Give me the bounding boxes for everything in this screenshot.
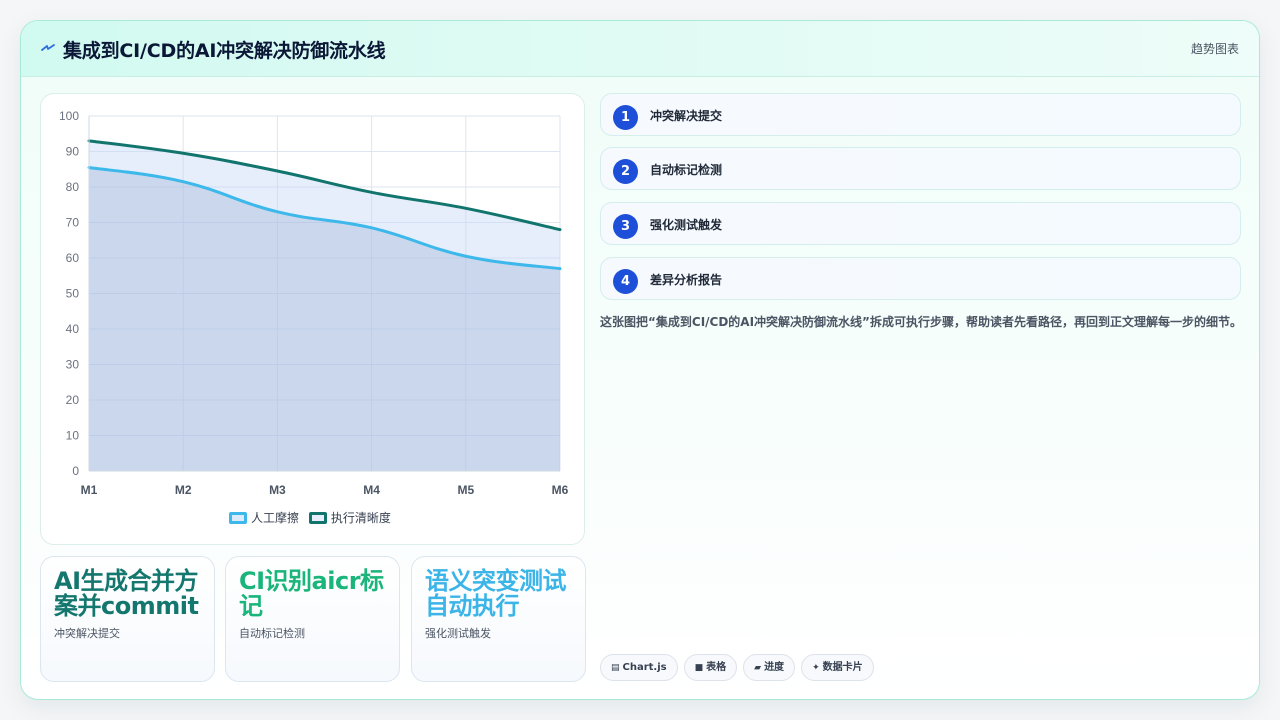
feature-chips: ▤ Chart.js ■ 表格 ▰ 进度 ✦ 数据卡片 (600, 654, 880, 682)
step-item-4[interactable]: 4 差异分析报告 (600, 257, 1241, 300)
page-title: 集成到CI/CD的AI冲突解决防御流水线 (63, 40, 386, 62)
stat-value: AI生成合并方案并commit (54, 567, 199, 620)
step-number: 1 (613, 105, 638, 130)
step-item-3[interactable]: 3 强化测试触发 (600, 202, 1241, 245)
stat-card-3: 语义突变测试自动执行 强化测试触发 (411, 556, 586, 682)
legend-item-series-2[interactable]: 执行清晰度 (308, 509, 391, 526)
legend-label-series-1: 人工摩擦 (251, 511, 300, 525)
stat-value: CI识别aicr标记 (239, 567, 384, 620)
x-tick-label: M5 (457, 483, 474, 497)
chip-label: 数据卡片 (822, 662, 863, 673)
x-tick-label: M2 (175, 483, 192, 497)
chip-label: 进度 (764, 662, 785, 673)
description-text: 这张图把“集成到CI/CD的AI冲突解决防御流水线”拆成可执行步骤，帮助读者先看… (600, 315, 1242, 329)
step-number: 4 (613, 269, 638, 294)
legend-swatch-series-1 (229, 511, 247, 524)
y-tick-label: 90 (66, 145, 80, 159)
legend-item-series-1[interactable]: 人工摩擦 (229, 509, 299, 526)
chart-legend: 人工摩擦 执行清晰度 (229, 509, 397, 525)
stat-card-2: CI识别aicr标记 自动标记检测 (225, 556, 400, 682)
y-tick-label: 70 (66, 216, 80, 230)
legend-swatch-series-2 (308, 511, 327, 524)
table-icon: ■ (694, 663, 704, 673)
lightning-icon (41, 44, 55, 51)
stat-label: 自动标记检测 (239, 627, 305, 640)
stat-label: 冲突解决提交 (54, 627, 120, 640)
y-tick-label: 50 (66, 287, 80, 301)
chip-chartjs[interactable]: ▤ Chart.js (600, 654, 678, 681)
legend-label-series-2: 执行清晰度 (330, 511, 391, 525)
x-tick-label: M6 (552, 483, 569, 497)
y-tick-label: 30 (66, 358, 80, 372)
chip-table[interactable]: ■ 表格 (683, 654, 738, 681)
step-label: 自动标记检测 (650, 163, 723, 177)
y-tick-label: 60 (66, 251, 80, 265)
y-tick-label: 20 (66, 393, 80, 407)
x-tick-label: M3 (269, 483, 286, 497)
y-tick-label: 10 (66, 429, 80, 443)
main-card: 集成到CI/CD的AI冲突解决防御流水线 趋势图表 0 10 20 30 40 50 60 7… (20, 20, 1260, 700)
sparkle-icon: ✦ (812, 663, 820, 673)
line-chart: 0 10 20 30 40 50 60 70 80 90 100 M1 M2 M3 M4 M5 M6 (59, 109, 569, 497)
stat-card-1: AI生成合并方案并commit 冲突解决提交 (40, 556, 215, 682)
header: 集成到CI/CD的AI冲突解决防御流水线 趋势图表 (21, 21, 1259, 77)
chip-label: 表格 (706, 662, 727, 673)
chip-label: Chart.js (622, 662, 667, 673)
y-tick-label: 100 (59, 109, 79, 123)
progress-icon: ▰ (754, 663, 762, 673)
step-item-2[interactable]: 2 自动标记检测 (600, 147, 1241, 190)
chart-icon: ▤ (611, 663, 620, 673)
x-tick-label: M1 (81, 483, 98, 497)
step-label: 强化测试触发 (650, 218, 723, 232)
y-tick-label: 80 (66, 180, 80, 194)
y-tick-label: 0 (72, 464, 79, 478)
step-number: 2 (613, 159, 638, 184)
x-tick-label: M4 (363, 483, 380, 497)
stat-value: 语义突变测试自动执行 (425, 567, 567, 620)
stat-label: 强化测试触发 (425, 627, 491, 640)
chart-card: 0 10 20 30 40 50 60 70 80 90 100 M1 M2 M3 M4 M5 M6 人工摩擦 … (40, 93, 585, 545)
step-number: 3 (613, 214, 638, 239)
y-tick-label: 40 (66, 322, 80, 336)
step-label: 冲突解决提交 (650, 109, 723, 123)
chip-progress[interactable]: ▰ 进度 (743, 654, 796, 681)
step-item-1[interactable]: 1 冲突解决提交 (600, 93, 1241, 136)
chip-data-card[interactable]: ✦ 数据卡片 (801, 654, 874, 681)
step-label: 差异分析报告 (650, 273, 723, 287)
chart-type-tag: 趋势图表 (1190, 42, 1239, 56)
